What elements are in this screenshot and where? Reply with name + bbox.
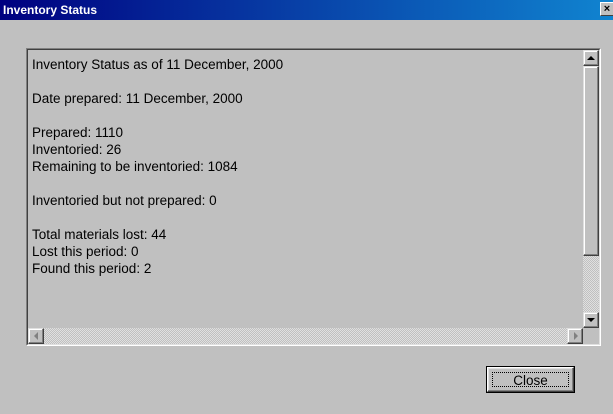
report-text: Inventory Status as of 11 December, 2000… — [32, 56, 577, 277]
window-title: Inventory Status — [3, 3, 98, 17]
close-button-face: Close — [487, 367, 574, 392]
report-line: Inventoried but not prepared: 0 — [32, 193, 217, 208]
close-window-button[interactable]: × — [600, 2, 613, 16]
report-text-frame: Inventory Status as of 11 December, 2000… — [27, 49, 600, 345]
scroll-right-button[interactable] — [567, 328, 583, 344]
scroll-up-button[interactable] — [583, 50, 599, 66]
inventory-status-dialog: Inventory Status × Inventory Status as o… — [0, 0, 613, 414]
report-line: Total materials lost: 44 — [32, 227, 167, 242]
report-line: Remaining to be inventoried: 1084 — [32, 159, 238, 174]
report-text-area[interactable]: Inventory Status as of 11 December, 2000… — [26, 48, 601, 346]
arrow-right-icon — [574, 332, 578, 340]
arrow-left-icon — [34, 332, 38, 340]
scroll-down-button[interactable] — [583, 312, 599, 328]
scrollbar-corner — [583, 328, 599, 344]
vertical-scrollbar[interactable] — [583, 50, 599, 328]
close-icon: × — [603, 3, 611, 15]
scroll-left-button[interactable] — [28, 328, 44, 344]
report-line: Date prepared: 11 December, 2000 — [32, 91, 243, 106]
close-button-label: Close — [513, 373, 548, 388]
report-line: Inventoried: 26 — [32, 142, 122, 157]
title-bar[interactable]: Inventory Status × — [0, 0, 613, 20]
report-line: Prepared: 1110 — [32, 125, 124, 140]
report-line: Lost this period: 0 — [32, 244, 139, 259]
vertical-scroll-thumb[interactable] — [583, 66, 599, 256]
report-line: Found this period: 2 — [32, 261, 152, 276]
close-button[interactable]: Close — [486, 366, 575, 393]
report-line: Inventory Status as of 11 December, 2000 — [32, 57, 284, 72]
arrow-down-icon — [587, 318, 595, 322]
horizontal-scrollbar[interactable] — [28, 328, 583, 344]
arrow-up-icon — [587, 56, 595, 60]
